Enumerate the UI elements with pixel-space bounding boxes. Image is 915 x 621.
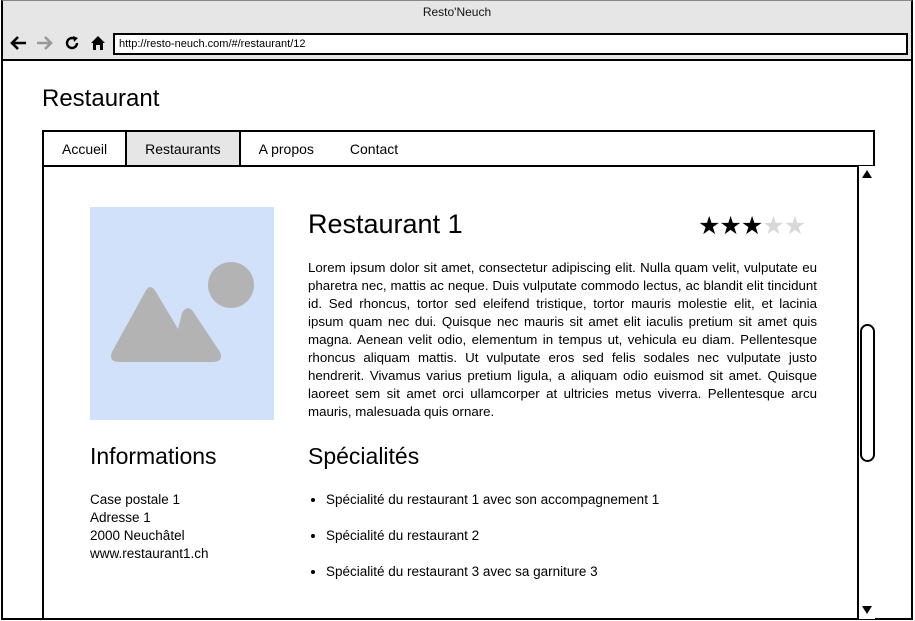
reload-icon — [65, 36, 79, 50]
home-button[interactable] — [88, 33, 108, 53]
star-icon: ★ — [698, 212, 720, 240]
page-title: Restaurant — [42, 85, 160, 112]
specialites-title: Spécialités — [308, 443, 420, 469]
star-icon: ★ — [762, 212, 784, 240]
scroll-up-button[interactable] — [859, 166, 875, 182]
tab-a-propos[interactable]: A propos — [241, 132, 332, 165]
star-icon: ★ — [719, 212, 741, 240]
info-line-city: 2000 Neuchâtel — [90, 528, 185, 543]
image-placeholder-icon — [111, 262, 254, 362]
info-line-website: www.restaurant1.ch — [90, 546, 209, 561]
tab-contact[interactable]: Contact — [332, 132, 416, 165]
specialite-item: Spécialité du restaurant 2 — [326, 527, 659, 563]
back-button[interactable] — [8, 33, 28, 53]
informations-block: Case postale 1 Adresse 1 2000 Neuchâtel … — [90, 491, 209, 563]
triangle-up-icon — [862, 170, 872, 178]
restaurant-image — [90, 207, 274, 420]
specialites-list: Spécialité du restaurant 1 avec son acco… — [326, 491, 659, 599]
window-title: Resto'Neuch — [3, 1, 911, 25]
restaurant-description: Lorem ipsum dolor sit amet, consectetur … — [308, 260, 817, 419]
vertical-scrollbar[interactable] — [857, 166, 875, 619]
scroll-thumb[interactable] — [860, 324, 875, 462]
tab-restaurants[interactable]: Restaurants — [125, 132, 241, 165]
browser-toolbar: http://resto-neuch.com/#/restaurant/12 — [3, 25, 911, 61]
star-icon: ★ — [783, 212, 806, 240]
forward-button[interactable] — [35, 33, 55, 53]
star-icon: ★ — [740, 212, 763, 240]
specialite-item: Spécialité du restaurant 1 avec son acco… — [326, 491, 659, 527]
reload-button[interactable] — [62, 33, 82, 53]
url-input[interactable]: http://resto-neuch.com/#/restaurant/12 — [113, 33, 908, 55]
restaurant-name: Restaurant 1 — [308, 209, 463, 239]
arrow-right-icon — [37, 36, 53, 50]
info-line-postal-box: Case postale 1 — [90, 492, 181, 507]
scroll-down-button[interactable] — [859, 602, 875, 618]
nav-tabs: Accueil Restaurants A propos Contact — [42, 130, 875, 167]
rating-stars: ★★★★★ — [698, 211, 806, 241]
arrow-left-icon — [10, 36, 26, 50]
home-icon — [91, 36, 105, 50]
specialite-item: Spécialité du restaurant 3 avec sa garni… — [326, 563, 659, 599]
triangle-down-icon — [862, 606, 872, 614]
tab-accueil[interactable]: Accueil — [44, 132, 125, 165]
informations-title: Informations — [90, 443, 217, 469]
info-line-address: Adresse 1 — [90, 510, 151, 525]
